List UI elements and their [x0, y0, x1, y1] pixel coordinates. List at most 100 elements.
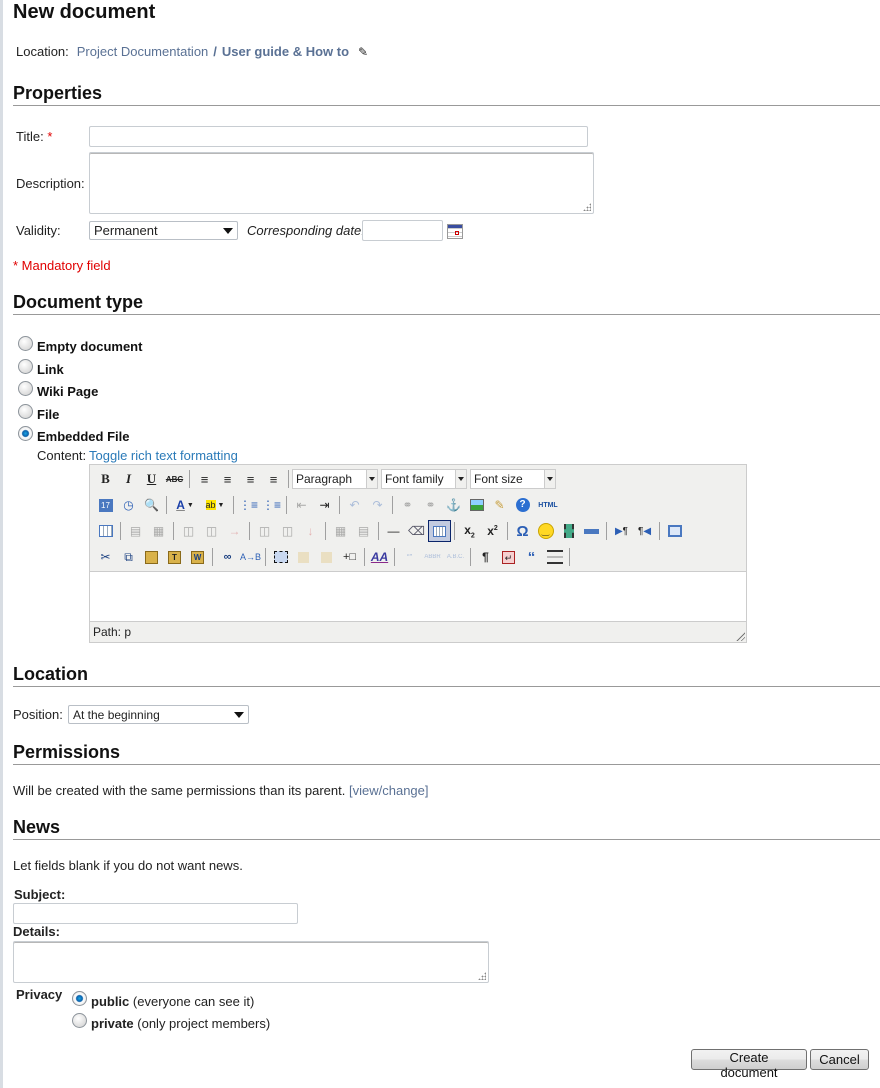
row-props-icon[interactable]: ▤ [124, 520, 147, 542]
radio-file[interactable] [18, 404, 33, 419]
insert-date-icon[interactable]: 17 [94, 494, 117, 516]
radio-public[interactable] [72, 991, 87, 1006]
rtl-icon[interactable]: ¶◀ [633, 520, 656, 542]
preview-icon[interactable]: 🔍 [140, 494, 163, 516]
emoticon-icon[interactable]: ‿ [534, 520, 557, 542]
calendar-icon[interactable] [447, 224, 463, 239]
copy-icon[interactable]: ⧉ [117, 546, 140, 568]
nonbreaking-icon[interactable]: ↵ [497, 546, 520, 568]
undo-icon[interactable]: ↶ [343, 494, 366, 516]
breadcrumb-current[interactable]: User guide & How to [222, 44, 349, 59]
visual-aid-icon[interactable] [428, 520, 451, 542]
insert-layer-icon[interactable] [269, 546, 292, 568]
blockquote-icon[interactable]: “ [520, 546, 543, 568]
find-icon[interactable]: ∞ [216, 546, 239, 568]
chevron-down-icon [455, 470, 466, 488]
redo-icon[interactable]: ↷ [366, 494, 389, 516]
special-char-icon[interactable]: Ω [511, 520, 534, 542]
format-select[interactable]: Paragraph [292, 469, 378, 489]
details-label: Details: [13, 924, 60, 939]
media-icon[interactable] [557, 520, 580, 542]
image-icon[interactable] [465, 494, 488, 516]
bullet-list-icon[interactable]: ⋮≡ [237, 494, 260, 516]
subject-input[interactable] [13, 903, 298, 924]
align-center-icon[interactable]: ≡ [216, 468, 239, 490]
cancel-button[interactable]: Cancel [810, 1049, 869, 1070]
ltr-icon[interactable]: ▶¶ [610, 520, 633, 542]
paste-icon[interactable] [140, 546, 163, 568]
insert-row-before-icon[interactable]: ◫ [177, 520, 200, 542]
pencil-icon[interactable]: ✎ [358, 45, 368, 59]
subscript-icon[interactable]: x2 [458, 520, 481, 542]
cut-icon[interactable]: ✂ [94, 546, 117, 568]
editor-resize-grip[interactable] [735, 631, 745, 641]
align-justify-icon[interactable]: ≡ [262, 468, 285, 490]
fullscreen-icon[interactable] [663, 520, 686, 542]
bold-icon[interactable]: B [94, 468, 117, 490]
create-document-button[interactable]: Create document [691, 1049, 807, 1080]
delete-col-icon[interactable]: ↓ [299, 520, 322, 542]
split-cells-icon[interactable]: ▦ [329, 520, 352, 542]
indent-icon[interactable]: ⇥ [313, 494, 336, 516]
insert-row-after-icon[interactable]: ◫ [200, 520, 223, 542]
acronym-icon[interactable]: A.B.C. [444, 546, 467, 568]
font-family-select[interactable]: Font family [381, 469, 467, 489]
radio-link[interactable] [18, 359, 33, 374]
details-textarea[interactable] [13, 941, 489, 983]
strikethrough-icon[interactable]: ABC [163, 468, 186, 490]
text-color-icon[interactable]: A ▼ [170, 494, 200, 516]
page-break-icon[interactable] [580, 520, 603, 542]
align-left-icon[interactable]: ≡ [193, 468, 216, 490]
radio-embedded-file[interactable] [18, 426, 33, 441]
corresponding-date-input[interactable] [362, 220, 443, 241]
merge-cells-icon[interactable]: ▤ [352, 520, 375, 542]
horizontal-rule-icon[interactable]: — [382, 520, 405, 542]
toolbar-separator [286, 496, 287, 514]
underline-icon[interactable]: U [140, 468, 163, 490]
italic-icon[interactable]: I [117, 468, 140, 490]
replace-icon[interactable]: A→B [239, 546, 262, 568]
abbr-icon[interactable]: ABBR [421, 546, 444, 568]
view-change-link[interactable]: [view/change] [349, 783, 429, 798]
help-icon[interactable]: ? [511, 494, 534, 516]
editor-content-area[interactable] [90, 571, 746, 622]
outdent-icon[interactable]: ⇤ [290, 494, 313, 516]
style-props-icon[interactable]: AA [368, 546, 391, 568]
pagebreak-icon[interactable] [543, 546, 566, 568]
insert-col-after-icon[interactable]: ◫ [276, 520, 299, 542]
radio-private[interactable] [72, 1013, 87, 1028]
description-textarea[interactable] [89, 152, 594, 214]
paste-text-icon[interactable]: T [163, 546, 186, 568]
cleanup-icon[interactable]: ✎ [488, 494, 511, 516]
insert-time-icon[interactable]: ◷ [117, 494, 140, 516]
link-icon[interactable]: ⚭ [396, 494, 419, 516]
delete-row-icon[interactable]: → [223, 520, 246, 542]
title-input[interactable] [89, 126, 588, 147]
cell-props-icon[interactable]: ▦ [147, 520, 170, 542]
html-source-icon[interactable]: HTML [534, 494, 562, 516]
show-blocks-icon[interactable]: ¶ [474, 546, 497, 568]
permissions-section-header: Permissions [13, 742, 880, 765]
move-forward-icon[interactable] [292, 546, 315, 568]
unlink-icon[interactable]: ⚭ [419, 494, 442, 516]
validity-select[interactable]: Permanent [89, 221, 238, 240]
toggle-rich-text-link[interactable]: Toggle rich text formatting [89, 448, 238, 463]
align-right-icon[interactable]: ≡ [239, 468, 262, 490]
move-backward-icon[interactable] [315, 546, 338, 568]
table-edit-icon[interactable] [94, 520, 117, 542]
superscript-icon[interactable]: x2 [481, 520, 504, 542]
radio-empty-document[interactable] [18, 336, 33, 351]
absolute-position-icon[interactable]: +□ [338, 546, 361, 568]
eraser-icon[interactable]: ⌫ [405, 520, 428, 542]
insert-col-before-icon[interactable]: ◫ [253, 520, 276, 542]
position-select[interactable]: At the beginning [68, 705, 249, 724]
highlight-color-icon[interactable]: ab ▼ [200, 494, 230, 516]
breadcrumb-parent-link[interactable]: Project Documentation [77, 44, 209, 59]
radio-wiki-page[interactable] [18, 381, 33, 396]
anchor-icon[interactable]: ⚓ [442, 494, 465, 516]
cite-icon[interactable]: “” [398, 546, 421, 568]
numbered-list-icon[interactable]: ⋮≡ [260, 494, 283, 516]
font-size-select[interactable]: Font size [470, 469, 556, 489]
permissions-text-row: Will be created with the same permission… [13, 783, 429, 798]
paste-word-icon[interactable]: W [186, 546, 209, 568]
